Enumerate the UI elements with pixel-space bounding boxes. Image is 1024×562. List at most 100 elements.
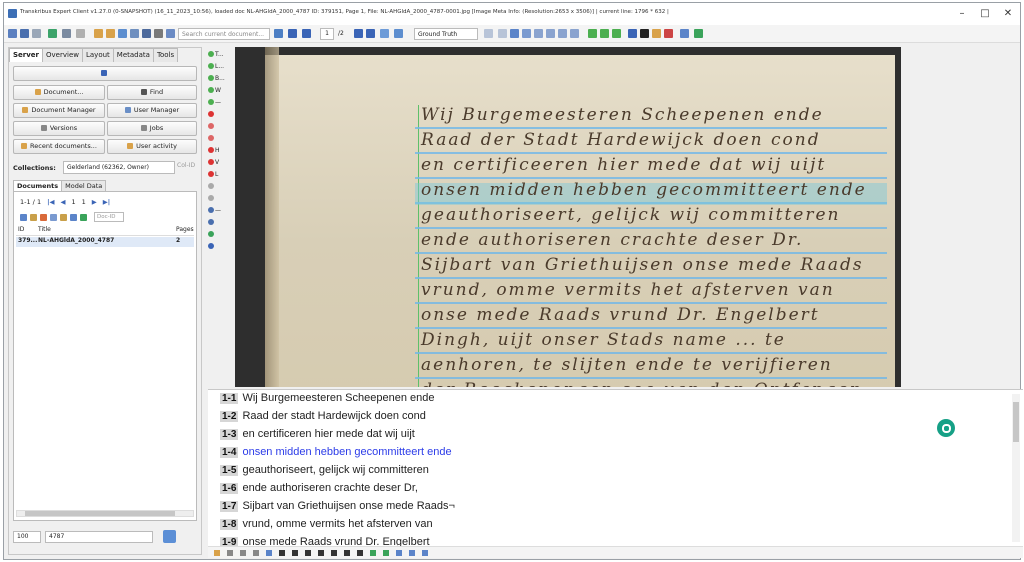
rotate-icon[interactable] xyxy=(570,29,579,38)
editor-tool-icon[interactable] xyxy=(253,550,259,556)
version-status-select[interactable]: Ground Truth xyxy=(414,28,478,40)
search-icon[interactable] xyxy=(274,29,283,38)
canvas-tool-10[interactable]: V xyxy=(208,159,219,166)
vertical-scrollbar[interactable] xyxy=(1012,394,1020,542)
save-icon[interactable] xyxy=(118,29,127,38)
copy-icon[interactable] xyxy=(50,213,57,221)
line-text[interactable]: Sijbart van Griethuijsen onse mede Raads… xyxy=(242,500,454,512)
color-icon[interactable] xyxy=(640,29,649,38)
last-page-icon[interactable] xyxy=(366,29,375,38)
first-icon[interactable]: |◀ xyxy=(47,198,54,206)
last-icon[interactable]: ▶| xyxy=(103,198,110,206)
editor-tool-icon[interactable] xyxy=(240,550,246,556)
user-activity-button[interactable]: User activity xyxy=(107,139,197,154)
baseline[interactable] xyxy=(415,352,887,354)
line-text[interactable]: ende authoriseren crachte deser Dr, xyxy=(242,482,418,494)
editor-tool-icon[interactable] xyxy=(370,550,376,556)
collection-id-input[interactable]: Col-ID xyxy=(177,162,195,169)
transcription-line[interactable]: 1-6 ende authoriseren crachte deser Dr, xyxy=(220,482,418,494)
search-document-input[interactable]: Search current document... xyxy=(178,28,270,40)
edit-icon[interactable] xyxy=(60,213,67,221)
show-regions-icon[interactable] xyxy=(588,29,597,38)
folder-open-icon[interactable] xyxy=(106,29,115,38)
paste-icon[interactable] xyxy=(498,29,507,38)
close-button[interactable]: ✕ xyxy=(1000,7,1016,20)
document-id-input[interactable]: Doc-ID xyxy=(94,212,124,222)
canvas-tool-14[interactable]: — xyxy=(208,207,221,214)
save-page-icon[interactable] xyxy=(394,29,403,38)
layout-icon[interactable] xyxy=(32,29,41,38)
canvas-tool-16[interactable] xyxy=(208,231,215,238)
canvas-tool-3[interactable]: B... xyxy=(208,75,225,82)
canvas-tool-1[interactable]: T... xyxy=(208,51,224,58)
tab-documents[interactable]: Documents xyxy=(13,180,63,191)
transcription-line[interactable]: 1-2 Raad der stadt Hardewijck doen cond xyxy=(220,410,426,422)
canvas-tool-13[interactable] xyxy=(208,195,215,202)
show-lines-icon[interactable] xyxy=(600,29,609,38)
document-page[interactable]: 1 xyxy=(71,198,75,206)
login-button[interactable] xyxy=(13,66,197,81)
image-canvas[interactable]: Wij Burgemeesteren Scheepenen ende Raad d… xyxy=(235,47,901,387)
zoom-out-icon[interactable] xyxy=(558,29,567,38)
find-button[interactable]: Find xyxy=(107,85,197,100)
folder-icon[interactable] xyxy=(94,29,103,38)
canvas-tool-4[interactable]: W xyxy=(208,87,221,94)
layout-analysis-icon[interactable] xyxy=(628,29,637,38)
menu-icon[interactable] xyxy=(8,29,17,38)
print-icon[interactable] xyxy=(154,29,163,38)
download-icon[interactable] xyxy=(80,213,87,221)
baseline[interactable] xyxy=(415,377,887,379)
fit-page-icon[interactable] xyxy=(510,29,519,38)
maximize-button[interactable]: □ xyxy=(977,7,993,20)
fit-width-icon[interactable] xyxy=(522,29,531,38)
column-pages[interactable]: Pages xyxy=(176,226,194,235)
marker-icon[interactable] xyxy=(664,29,673,38)
grammarly-icon[interactable] xyxy=(937,419,955,437)
sync-icon[interactable] xyxy=(130,29,139,38)
folder-icon[interactable] xyxy=(30,213,37,221)
document-manager-button[interactable]: Document Manager xyxy=(13,103,105,118)
transcription-line[interactable]: 1-4 onsen midden hebben gecommitteert end… xyxy=(220,446,452,458)
zoom-in-icon[interactable] xyxy=(546,29,555,38)
line-text[interactable]: Wij Burgemeesteren Scheepenen ende xyxy=(242,392,434,404)
versions-button[interactable]: Versions xyxy=(13,121,105,136)
tab-server[interactable]: Server xyxy=(9,48,44,62)
zoom-region-icon[interactable] xyxy=(534,29,543,38)
canvas-tool-11[interactable]: L xyxy=(208,171,218,178)
transcription-line[interactable]: 1-5 geauthoriseert, gelijck wij committer… xyxy=(220,464,429,476)
jobs-button[interactable]: Jobs xyxy=(107,121,197,136)
editor-tool-icon[interactable] xyxy=(396,550,402,556)
line-text[interactable]: onsen midden hebben gecommitteert ende xyxy=(242,446,451,458)
editor-tool-icon[interactable] xyxy=(409,550,415,556)
next-icon[interactable]: ▶ xyxy=(92,198,97,206)
table-row[interactable]: 379... NL-AHGldA_2000_4787 2 xyxy=(16,237,194,247)
delete-icon[interactable] xyxy=(40,213,47,221)
canvas-tool-5[interactable]: — xyxy=(208,99,221,106)
baseline[interactable] xyxy=(415,177,887,179)
export-icon[interactable] xyxy=(142,29,151,38)
canvas-tool-17[interactable] xyxy=(208,243,215,250)
baseline[interactable] xyxy=(415,277,887,279)
page-size-select[interactable]: 100 xyxy=(13,530,41,543)
editor-tool-icon[interactable] xyxy=(214,550,220,556)
next-page-icon[interactable] xyxy=(354,29,363,38)
user-manager-button[interactable]: User Manager xyxy=(107,103,197,118)
collection-select[interactable]: Gelderland (62362, Owner) xyxy=(63,161,175,174)
transcription-line[interactable]: 1-8 vrund, omme vermits het afsterven van xyxy=(220,518,433,530)
scrollbar-thumb[interactable] xyxy=(1013,402,1019,442)
save-icon[interactable] xyxy=(20,213,27,221)
info-icon[interactable] xyxy=(76,29,85,38)
editor-tool-icon[interactable] xyxy=(422,550,428,556)
recent-documents-button[interactable]: Recent documents... xyxy=(13,139,105,154)
editor-tool-icon[interactable] xyxy=(292,550,298,556)
tab-tools[interactable]: Tools xyxy=(152,48,179,62)
document-button[interactable]: Document... xyxy=(13,85,105,100)
prev-icon[interactable]: ◀ xyxy=(60,198,65,206)
editor-tool-icon[interactable] xyxy=(331,550,337,556)
line-text[interactable]: geauthoriseert, gelijck wij committeren xyxy=(242,464,428,476)
editor-tool-icon[interactable] xyxy=(344,550,350,556)
editor-tool-icon[interactable] xyxy=(383,550,389,556)
tab-layout[interactable]: Layout xyxy=(81,48,114,62)
show-baselines-icon[interactable] xyxy=(612,29,621,38)
baseline[interactable] xyxy=(415,252,887,254)
